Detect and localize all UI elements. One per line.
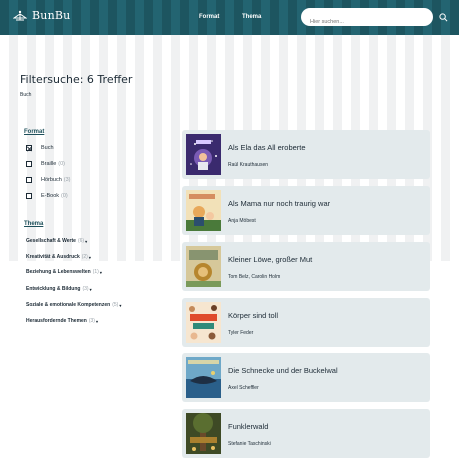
theme-label: Herausfordernde Themen — [26, 318, 87, 324]
book-title[interactable]: Kleiner Löwe, großer Mut — [228, 255, 312, 264]
theme-count: (5) — [112, 302, 119, 308]
chevron-down-icon[interactable]: ▾ — [85, 239, 87, 244]
book-author: Tom Belz, Carolin Holm — [228, 274, 281, 280]
result-card[interactable]: Als Mama nur noch traurig war Anja Möbes… — [182, 186, 430, 235]
theme-count: (2) — [81, 254, 88, 260]
theme-label: Soziale & emotionale Kompetenzen — [26, 302, 111, 308]
theme-item[interactable]: Soziale & emotionale Kompetenzen (5) ▾ — [26, 302, 121, 308]
book-cover[interactable] — [186, 357, 221, 398]
result-card[interactable]: Die Schnecke und der Buckelwal Axel Sche… — [182, 353, 430, 402]
nav-thema[interactable]: Thema — [242, 14, 261, 20]
book-cover[interactable] — [186, 413, 221, 454]
theme-label: Gesellschaft & Werte — [26, 238, 76, 244]
book-author: Tyler Feder — [228, 330, 254, 336]
book-title[interactable]: Funklerwald — [228, 422, 268, 431]
book-title[interactable]: Als Mama nur noch traurig war — [228, 199, 330, 208]
book-cover-image — [186, 134, 221, 175]
book-cover[interactable] — [186, 302, 221, 343]
theme-label: Kreativität & Ausdruck — [26, 254, 80, 260]
page-title: Filtersuche: 6 Treffer — [20, 73, 133, 86]
theme-label: Beziehung & Lebenswelten — [26, 269, 91, 275]
result-card[interactable]: Funklerwald Stefanie Taschinski — [182, 409, 430, 458]
search-box[interactable] — [301, 8, 433, 31]
book-cover-image — [186, 246, 221, 287]
book-title[interactable]: Die Schnecke und der Buckelwal — [228, 366, 338, 375]
checkbox[interactable] — [26, 161, 32, 167]
chevron-down-icon[interactable]: ▾ — [89, 255, 91, 260]
theme-count: (6) — [77, 238, 85, 244]
format-option-count: (0) — [61, 193, 68, 199]
search-input[interactable] — [301, 13, 433, 31]
book-cover[interactable] — [186, 190, 221, 231]
result-card[interactable]: Körper sind toll Tyler Feder — [182, 298, 430, 347]
theme-label: Entwicklung & Bildung — [26, 286, 81, 292]
format-option-buch[interactable]: Buch — [26, 144, 54, 152]
chevron-down-icon[interactable]: ▾ — [96, 319, 98, 324]
chevron-down-icon[interactable]: ▾ — [100, 270, 102, 275]
result-card[interactable]: Als Ela das All eroberte Raúl Krauthause… — [182, 130, 430, 179]
format-heading[interactable]: Format — [24, 129, 44, 135]
result-card[interactable]: Kleiner Löwe, großer Mut Tom Belz, Carol… — [182, 242, 430, 291]
logo-icon — [13, 10, 27, 21]
checkbox[interactable] — [26, 177, 32, 183]
book-cover-image — [186, 190, 221, 231]
book-author: Axel Scheffler — [228, 385, 259, 391]
format-option-count: (0) — [58, 161, 66, 167]
format-option-label: Hörbuch — [41, 177, 62, 183]
theme-item[interactable]: Entwicklung & Bildung (3) ▾ — [26, 286, 92, 292]
chevron-down-icon[interactable]: ▾ — [90, 287, 92, 292]
format-option-hoerbuch[interactable]: Hörbuch (3) — [26, 176, 71, 184]
book-author: Anja Möbest — [228, 218, 256, 224]
format-option-braille[interactable]: Braille (0) — [26, 160, 65, 168]
theme-heading[interactable]: Thema — [24, 221, 43, 227]
checkbox[interactable] — [26, 193, 32, 199]
checkbox-checked[interactable] — [26, 145, 32, 151]
format-option-label: E-Book — [41, 193, 60, 199]
theme-item[interactable]: Kreativität & Ausdruck (2) ▾ — [26, 254, 91, 260]
search-icon[interactable] — [439, 13, 448, 22]
theme-count: (1) — [92, 269, 99, 275]
nav-format[interactable]: Format — [199, 14, 219, 20]
format-option-count: (3) — [63, 177, 71, 183]
book-cover[interactable] — [186, 134, 221, 175]
format-option-ebook[interactable]: E-Book (0) — [26, 192, 68, 200]
book-author: Stefanie Taschinski — [228, 441, 271, 447]
chevron-down-icon[interactable]: ▾ — [119, 303, 121, 308]
book-cover[interactable] — [186, 246, 221, 287]
theme-item[interactable]: Beziehung & Lebenswelten (1) ▾ — [26, 269, 102, 275]
theme-item[interactable]: Gesellschaft & Werte (6) ▾ — [26, 238, 87, 244]
logo[interactable]: BunBu — [13, 8, 70, 22]
format-option-label: Buch — [41, 145, 54, 151]
page-subtitle: Buch — [20, 92, 32, 98]
theme-count: (3) — [88, 318, 95, 324]
book-author: Raúl Krauthausen — [228, 162, 269, 168]
brand-name: BunBu — [32, 8, 71, 22]
theme-item[interactable]: Herausfordernde Themen (3) ▾ — [26, 318, 98, 324]
format-option-label: Braille — [41, 161, 57, 167]
top-bar: BunBu Format Thema — [0, 0, 459, 35]
book-title[interactable]: Als Ela das All eroberte — [228, 143, 306, 152]
book-title[interactable]: Körper sind toll — [228, 311, 278, 320]
book-cover-image — [186, 357, 221, 398]
book-cover-image — [186, 302, 221, 343]
theme-count: (3) — [82, 286, 89, 292]
book-cover-image — [186, 413, 221, 454]
